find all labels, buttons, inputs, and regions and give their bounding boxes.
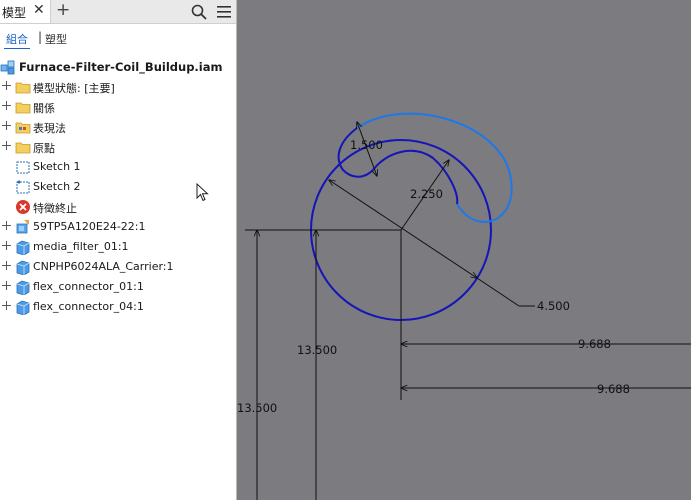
- dimension-diameter-text[interactable]: 4.500: [537, 299, 570, 313]
- subtab-separator: |: [38, 30, 43, 44]
- tree-item-label: 原點: [33, 142, 55, 155]
- tree-item-sketch-1[interactable]: Sketch 1: [0, 157, 236, 177]
- mouse-pointer-icon: [196, 183, 209, 202]
- folder-icon: [15, 122, 31, 134]
- part-icon: [16, 300, 30, 315]
- tree-item-part[interactable]: CNPHP6024ALA_Carrier:1: [0, 257, 236, 277]
- tree-item-label: flex_connector_04:1: [33, 300, 144, 313]
- dimension-width-text[interactable]: 9.688: [597, 382, 630, 396]
- expand-icon[interactable]: [2, 241, 11, 250]
- close-icon[interactable]: ✕: [33, 2, 45, 18]
- tree-item-part[interactable]: flex_connector_01:1: [0, 277, 236, 297]
- dimension-radius-text[interactable]: 2.250: [410, 187, 443, 201]
- tree-item-component[interactable]: 59TP5A120E24-22:1: [0, 217, 236, 237]
- part-icon: [16, 280, 30, 295]
- dimension-height-text[interactable]: 13.500: [237, 401, 277, 415]
- tree-item-model-state[interactable]: 模型狀態: [主要]: [0, 77, 236, 97]
- sketch-canvas[interactable]: 4.500 2.250 1.500 13.500 13.500 9.688 9.…: [237, 0, 691, 500]
- search-icon[interactable]: [190, 3, 208, 21]
- tree-root-label: Furnace-Filter-Coil_Buildup.iam: [19, 60, 223, 74]
- dimension-gap-text[interactable]: 1.500: [350, 138, 383, 152]
- tree-item-label: 模型狀態: [主要]: [33, 82, 115, 95]
- sketch-icon: [16, 180, 30, 194]
- tree-item-label: CNPHP6024ALA_Carrier:1: [33, 260, 174, 273]
- dimension-line: [329, 180, 477, 278]
- tree-item-label: 關係: [33, 102, 55, 115]
- expand-icon[interactable]: [2, 221, 11, 230]
- tree-item-representations[interactable]: 表現法: [0, 117, 236, 137]
- expand-icon[interactable]: [2, 101, 11, 110]
- tree-item-label: Sketch 1: [33, 160, 81, 173]
- tree-item-label: 特徵終止: [33, 202, 77, 215]
- expand-icon[interactable]: [2, 261, 11, 270]
- end-of-features-icon: [16, 200, 30, 214]
- expand-icon[interactable]: [2, 141, 11, 150]
- folder-icon: [15, 142, 31, 154]
- tree-item-relationships[interactable]: 關係: [0, 97, 236, 117]
- subtab-assembly[interactable]: 組合: [4, 31, 30, 49]
- part-icon: [16, 260, 30, 275]
- tree-item-label: flex_connector_01:1: [33, 280, 144, 293]
- tree-item-part[interactable]: media_filter_01:1: [0, 237, 236, 257]
- folder-icon: [15, 102, 31, 114]
- dimension-leader: [476, 277, 520, 307]
- hamburger-menu-icon[interactable]: [215, 3, 233, 21]
- model-browser-panel: 模型 ✕ + 組合 | 塑型 Furnace-Filter-Coil_Build…: [0, 0, 237, 500]
- tab-model-label: 模型: [2, 6, 27, 20]
- expand-icon[interactable]: [2, 301, 11, 310]
- assembly-icon: [0, 60, 15, 75]
- assembly-icon: [16, 220, 29, 234]
- tree-root-assembly[interactable]: Furnace-Filter-Coil_Buildup.iam: [0, 57, 236, 77]
- tree-item-origin[interactable]: 原點: [0, 137, 236, 157]
- expand-icon[interactable]: [2, 121, 11, 130]
- tree-item-label: Sketch 2: [33, 180, 81, 193]
- tab-model[interactable]: 模型 ✕: [0, 0, 51, 23]
- expand-icon[interactable]: [2, 81, 11, 90]
- folder-icon: [15, 82, 31, 94]
- expand-icon[interactable]: [2, 281, 11, 290]
- tree-item-part[interactable]: flex_connector_04:1: [0, 297, 236, 317]
- panel-tab-bar: 模型 ✕ +: [0, 0, 236, 24]
- dimension-width-text[interactable]: 9.688: [578, 337, 611, 351]
- tree-item-label: media_filter_01:1: [33, 240, 129, 253]
- browser-mode-tabs: 組合 | 塑型: [0, 28, 236, 50]
- tree-item-label: 59TP5A120E24-22:1: [33, 220, 146, 233]
- tree-item-label: 表現法: [33, 122, 66, 135]
- add-tab-icon[interactable]: +: [56, 0, 70, 20]
- subtab-modeling[interactable]: 塑型: [45, 31, 67, 47]
- sketch-icon: [16, 161, 30, 174]
- dimension-height-text[interactable]: 13.500: [297, 343, 337, 357]
- part-icon: [16, 240, 30, 255]
